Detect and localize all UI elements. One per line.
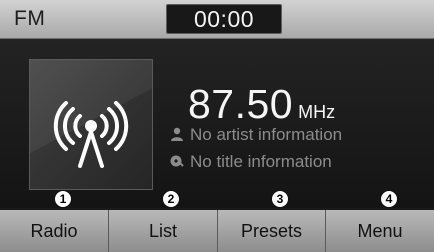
callout-4: 4 [380, 190, 398, 208]
callout-1: 1 [54, 190, 72, 208]
clock: 00:00 [166, 4, 282, 34]
softkey-bar: Radio List Presets Menu [0, 210, 434, 252]
frequency-value: 87.50 [188, 81, 294, 127]
radio-button[interactable]: Radio [0, 210, 109, 252]
callout-2: 2 [162, 190, 180, 208]
frequency-display: 87.50 MHz [188, 81, 335, 128]
status-bar: FM 00:00 [0, 0, 434, 39]
artist-text: No artist information [190, 125, 343, 144]
radio-screen: FM 00:00 87.50 MHz No artist information… [0, 0, 434, 252]
band-label: FM [14, 7, 46, 30]
callout-3: 3 [271, 190, 289, 208]
list-button[interactable]: List [109, 210, 218, 252]
radio-antenna-icon [53, 101, 129, 168]
person-icon [171, 127, 183, 141]
title-text: No title information [190, 152, 332, 171]
music-disc-icon [170, 155, 184, 167]
frequency-unit: MHz [298, 102, 336, 122]
menu-button[interactable]: Menu [326, 210, 434, 252]
title-info: No title information [170, 152, 332, 172]
station-artwork [29, 59, 153, 190]
presets-button[interactable]: Presets [218, 210, 326, 252]
artist-info: No artist information [170, 125, 342, 145]
now-playing-panel: 87.50 MHz No artist information No title … [0, 39, 434, 208]
